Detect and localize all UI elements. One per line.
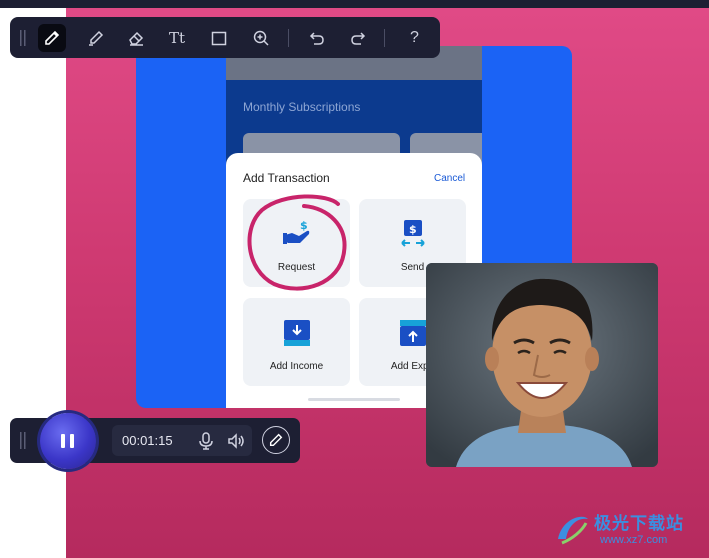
highlighter-icon	[89, 30, 104, 46]
request-money-icon: $	[283, 219, 310, 244]
pen-icon	[45, 30, 60, 45]
pen-icon	[269, 433, 283, 447]
redo-icon	[351, 32, 366, 45]
send-money-icon: $	[401, 220, 425, 247]
svg-text:$: $	[409, 223, 417, 236]
recording-timer: 00:01:15	[122, 433, 173, 448]
zoom-tool-button[interactable]	[247, 24, 275, 52]
shape-tool-button[interactable]	[205, 24, 233, 52]
watermark-title: 极光下载站	[594, 514, 684, 533]
redo-button[interactable]	[344, 24, 372, 52]
watermark: 极光下载站 www.xz7.com	[552, 507, 702, 551]
window-top-edge	[0, 0, 709, 8]
microphone-icon[interactable]	[196, 431, 216, 451]
pen-tool-button[interactable]	[38, 24, 66, 52]
watermark-logo-icon	[558, 516, 588, 545]
highlighter-tool-button[interactable]	[82, 24, 110, 52]
toolbar-divider	[384, 29, 385, 47]
sheet-title: Add Transaction	[243, 171, 330, 185]
zoom-in-icon	[253, 30, 269, 46]
drag-handle-icon[interactable]	[19, 432, 27, 449]
text-icon: Tt	[169, 29, 186, 47]
webcam-overlay[interactable]	[426, 263, 658, 467]
undo-icon	[309, 32, 324, 45]
text-tool-button[interactable]: Tt	[164, 24, 192, 52]
add-income-tile[interactable]: Add Income	[243, 298, 350, 386]
subscriptions-label: Monthly Subscriptions	[243, 100, 361, 114]
tile-label: Add Income	[269, 361, 324, 372]
rectangle-icon	[211, 31, 227, 46]
home-indicator	[308, 398, 400, 401]
watermark-url: www.xz7.com	[600, 534, 668, 546]
help-button[interactable]: ?	[401, 24, 429, 52]
tile-label: Request	[277, 262, 316, 273]
undo-button[interactable]	[303, 24, 331, 52]
presenter-face-icon	[426, 263, 658, 467]
add-income-icon	[284, 320, 310, 346]
add-expense-icon	[400, 320, 426, 346]
eraser-icon	[129, 31, 144, 46]
cancel-button[interactable]: Cancel	[434, 173, 465, 184]
pause-recording-button[interactable]	[40, 413, 96, 469]
speaker-icon[interactable]	[226, 431, 246, 451]
toolbar-divider	[288, 29, 289, 47]
request-tile[interactable]: $ Request	[243, 199, 350, 287]
draw-mode-button[interactable]	[262, 426, 290, 454]
annotation-toolbar: Tt ?	[10, 17, 440, 58]
drag-handle-icon[interactable]	[19, 30, 27, 46]
eraser-tool-button[interactable]	[122, 24, 150, 52]
help-icon: ?	[410, 29, 419, 46]
svg-text:$: $	[300, 219, 308, 232]
